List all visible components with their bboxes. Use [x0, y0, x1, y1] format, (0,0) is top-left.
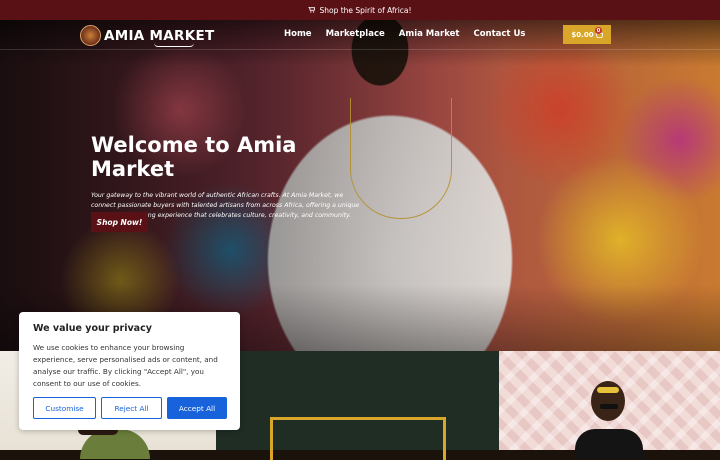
- tile-model-sunglasses: [600, 404, 618, 409]
- logo-emblem-icon: [80, 25, 101, 46]
- cookie-title: We value your privacy: [33, 323, 152, 334]
- accept-all-button[interactable]: Accept All: [167, 397, 227, 419]
- nav-item-contact-us[interactable]: Contact Us: [473, 29, 525, 39]
- nav-divider: [0, 49, 720, 50]
- hero-content: Welcome to Amia Market Your gateway to t…: [91, 133, 361, 221]
- nav-item-marketplace[interactable]: Marketplace: [326, 29, 385, 39]
- announcement-text: Shop the Spirit of Africa!: [319, 5, 412, 15]
- tile-model-shirt: [575, 429, 643, 459]
- feature-tile-center[interactable]: [216, 351, 499, 460]
- logo-text: AMIA MARKET: [104, 27, 215, 44]
- nav-item-amia-market[interactable]: Amia Market: [399, 29, 460, 39]
- announcement-bar: Shop the Spirit of Africa!: [0, 0, 720, 20]
- cart-count-badge: 0: [595, 27, 602, 34]
- cart-button[interactable]: $0.00 0: [563, 25, 611, 44]
- hero-necklace-graphic: [350, 98, 452, 219]
- site-logo[interactable]: AMIA MARKET: [80, 25, 215, 47]
- cart-icon: [308, 7, 316, 13]
- shop-now-button[interactable]: Shop Now!: [91, 212, 148, 232]
- logo-swoosh: [154, 43, 194, 47]
- nav-menu: Home Marketplace Amia Market Contact Us: [284, 29, 539, 39]
- hero-title: Welcome to Amia Market: [91, 133, 297, 181]
- customise-button[interactable]: Customise: [33, 397, 96, 419]
- feature-tile-right[interactable]: [499, 351, 720, 459]
- cart-amount: $0.00: [571, 30, 594, 39]
- main-navigation: AMIA MARKET Home Marketplace Amia Market…: [0, 20, 720, 50]
- tile-model-headband: [597, 387, 619, 393]
- nav-item-home[interactable]: Home: [284, 29, 312, 39]
- reject-all-button[interactable]: Reject All: [101, 397, 162, 419]
- gold-frame-graphic: [270, 417, 446, 460]
- cookie-consent-banner: We value your privacy We use cookies to …: [19, 312, 240, 430]
- cookie-body: We use cookies to enhance your browsing …: [33, 343, 218, 388]
